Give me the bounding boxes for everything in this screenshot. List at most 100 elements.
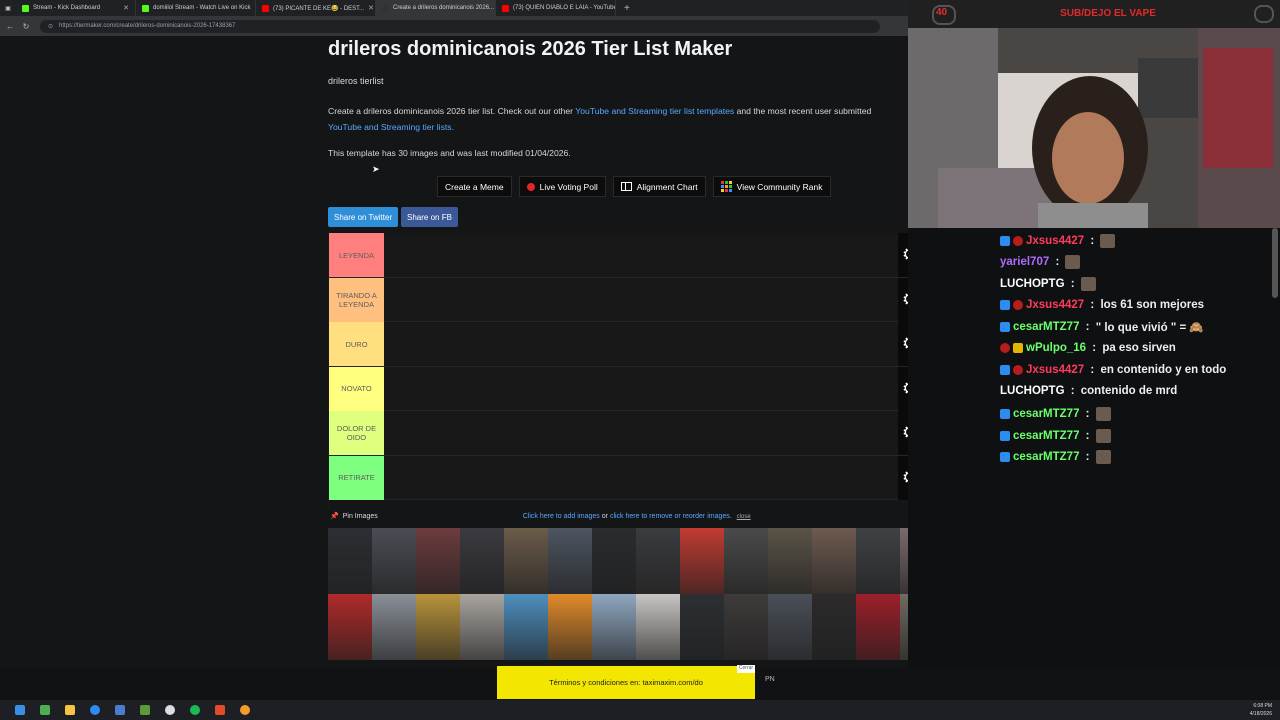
chat-username[interactable]: cesarMTZ77 bbox=[1013, 430, 1079, 442]
share-twitter-button[interactable]: Share on Twitter bbox=[328, 207, 399, 227]
tier-image[interactable] bbox=[416, 528, 460, 594]
alignment-chart-button[interactable]: Alignment Chart bbox=[612, 176, 706, 197]
tier-image[interactable] bbox=[372, 528, 416, 594]
add-images-link[interactable]: Click here to add images bbox=[523, 513, 600, 520]
browser-tab[interactable]: Create a drileros dominicanois 2026... ✕ bbox=[376, 0, 496, 16]
share-fb-button[interactable]: Share on FB bbox=[401, 207, 458, 227]
tier-row[interactable]: NOVATO ⚙ ︿ ﹀ bbox=[328, 366, 944, 411]
close-hint-link[interactable]: close bbox=[737, 514, 751, 520]
tier-row[interactable]: LEYENDA ⚙ ︿ ﹀ bbox=[328, 233, 944, 278]
new-tab-button[interactable]: + bbox=[616, 3, 638, 14]
templates-link[interactable]: YouTube and Streaming tier list template… bbox=[575, 106, 734, 116]
browser-tab[interactable]: (73) PICANTE DE KE😂 - DEST... ✕ bbox=[256, 0, 376, 16]
tier-image[interactable] bbox=[416, 594, 460, 660]
system-tray[interactable]: 6:08 PM 4/18/2026 bbox=[1250, 702, 1272, 718]
pin-images-toggle[interactable]: 📌 Pin Images bbox=[330, 512, 378, 521]
chat-scrollbar[interactable] bbox=[1272, 228, 1278, 298]
chat-emote-icon bbox=[1095, 429, 1111, 443]
chat-badge-icon bbox=[1000, 409, 1010, 419]
site-info-icon[interactable]: ⊙ bbox=[48, 23, 53, 30]
tier-image[interactable] bbox=[504, 594, 548, 660]
brave-icon[interactable] bbox=[215, 705, 225, 715]
browser-tab[interactable]: (73) QUIEN DIABLO E LAIA - YouTube ✕ bbox=[496, 0, 616, 16]
tab-close-icon[interactable]: ✕ bbox=[123, 4, 129, 12]
app-icon-orange[interactable] bbox=[240, 705, 250, 715]
tier-image[interactable] bbox=[768, 528, 812, 594]
chat-username[interactable]: yariel707 bbox=[1000, 256, 1049, 268]
live-voting-button[interactable]: Live Voting Poll bbox=[518, 176, 606, 197]
tier-image[interactable] bbox=[548, 528, 592, 594]
create-meme-button[interactable]: Create a Meme bbox=[437, 176, 512, 197]
chat-username[interactable]: Jxsus4427 bbox=[1026, 299, 1084, 311]
chrome-icon[interactable] bbox=[90, 705, 100, 715]
create-meme-label: Create a Meme bbox=[445, 181, 504, 192]
tab-close-icon[interactable]: ✕ bbox=[368, 4, 374, 12]
browser-tab[interactable]: domiilol Stream - Watch Live on Kick ✕ bbox=[136, 0, 256, 16]
tab-favicon-icon bbox=[22, 4, 29, 12]
tier-label[interactable]: LEYENDA bbox=[329, 233, 384, 277]
chat-badge-icon bbox=[1000, 365, 1010, 375]
tab-favicon-icon bbox=[382, 4, 389, 12]
start-icon[interactable] bbox=[15, 705, 25, 715]
tier-image[interactable] bbox=[592, 594, 636, 660]
tier-image[interactable] bbox=[548, 594, 592, 660]
chat-colon: : bbox=[1067, 278, 1078, 290]
chat-username[interactable]: LUCHOPTG bbox=[1000, 278, 1065, 290]
tier-image[interactable] bbox=[724, 594, 768, 660]
remove-images-link[interactable]: click here to remove or reorder images. bbox=[610, 513, 732, 520]
tier-image[interactable] bbox=[328, 594, 372, 660]
tier-image[interactable] bbox=[460, 594, 504, 660]
tab-title: Create a drileros dominicanois 2026... bbox=[393, 5, 495, 11]
tier-label[interactable]: TIRANDO A LEYENDA bbox=[329, 277, 384, 322]
explorer-icon[interactable] bbox=[65, 705, 75, 715]
user-lists-link[interactable]: YouTube and Streaming tier lists. bbox=[328, 122, 454, 132]
tier-row[interactable]: DOLOR DE OIDO ⚙ ︿ ﹀ bbox=[328, 411, 944, 456]
tier-image[interactable] bbox=[768, 594, 812, 660]
chat-badge-icon bbox=[1000, 452, 1010, 462]
ad-close-button[interactable]: Cerrar bbox=[737, 665, 755, 673]
tier-label[interactable]: RETIRATE bbox=[329, 455, 384, 500]
taskview-icon[interactable] bbox=[40, 705, 50, 715]
reload-icon[interactable]: ↻ bbox=[20, 22, 32, 31]
tier-image[interactable] bbox=[856, 594, 900, 660]
window-menu-icon[interactable]: ▣ bbox=[0, 5, 16, 12]
tier-image[interactable] bbox=[680, 528, 724, 594]
tier-image[interactable] bbox=[724, 528, 768, 594]
tier-image[interactable] bbox=[372, 594, 416, 660]
tier-image[interactable] bbox=[856, 528, 900, 594]
browser-tab[interactable]: Stream - Kick Dashboard ✕ bbox=[16, 0, 136, 16]
chat-username[interactable]: LUCHOPTG bbox=[1000, 385, 1065, 397]
url-field[interactable]: ⊙ https://tiermaker.com/create/drileros-… bbox=[40, 19, 880, 33]
chat-username[interactable]: cesarMTZ77 bbox=[1013, 408, 1079, 420]
tier-image[interactable] bbox=[812, 528, 856, 594]
tier-image[interactable] bbox=[680, 594, 724, 660]
chat-username[interactable]: cesarMTZ77 bbox=[1013, 321, 1079, 333]
spotify-icon[interactable] bbox=[190, 705, 200, 715]
chat-colon: : bbox=[1087, 364, 1098, 376]
tier-row[interactable]: DURO ⚙ ︿ ﹀ bbox=[328, 322, 944, 367]
tab-favicon-icon bbox=[502, 4, 509, 12]
tier-image[interactable] bbox=[636, 528, 680, 594]
obs-icon[interactable] bbox=[165, 705, 175, 715]
chat-username[interactable]: Jxsus4427 bbox=[1026, 364, 1084, 376]
tier-image[interactable] bbox=[636, 594, 680, 660]
tier-image[interactable] bbox=[328, 528, 372, 594]
tier-image[interactable] bbox=[460, 528, 504, 594]
tier-row[interactable]: TIRANDO A LEYENDA ⚙ ︿ ﹀ bbox=[328, 277, 944, 322]
tier-image[interactable] bbox=[812, 594, 856, 660]
tier-label[interactable]: DURO bbox=[329, 322, 384, 366]
back-icon[interactable]: ← bbox=[4, 22, 16, 31]
app-icon-green[interactable] bbox=[140, 705, 150, 715]
tier-label[interactable]: DOLOR DE OIDO bbox=[329, 411, 384, 455]
chat-emote-icon bbox=[1065, 255, 1081, 269]
tier-image[interactable] bbox=[592, 528, 636, 594]
app-icon-blue[interactable] bbox=[115, 705, 125, 715]
chat-username[interactable]: wPulpo_16 bbox=[1026, 342, 1086, 354]
tier-image[interactable] bbox=[504, 528, 548, 594]
community-rank-button[interactable]: View Community Rank bbox=[712, 176, 831, 197]
chat-username[interactable]: Jxsus4427 bbox=[1026, 235, 1084, 247]
chat-username[interactable]: cesarMTZ77 bbox=[1013, 451, 1079, 463]
tier-row[interactable]: RETIRATE ⚙ ︿ ﹀ bbox=[328, 455, 944, 500]
ad-banner[interactable]: Términos y condiciones en: taximaxim.com… bbox=[497, 666, 755, 699]
tier-label[interactable]: NOVATO bbox=[329, 366, 384, 411]
